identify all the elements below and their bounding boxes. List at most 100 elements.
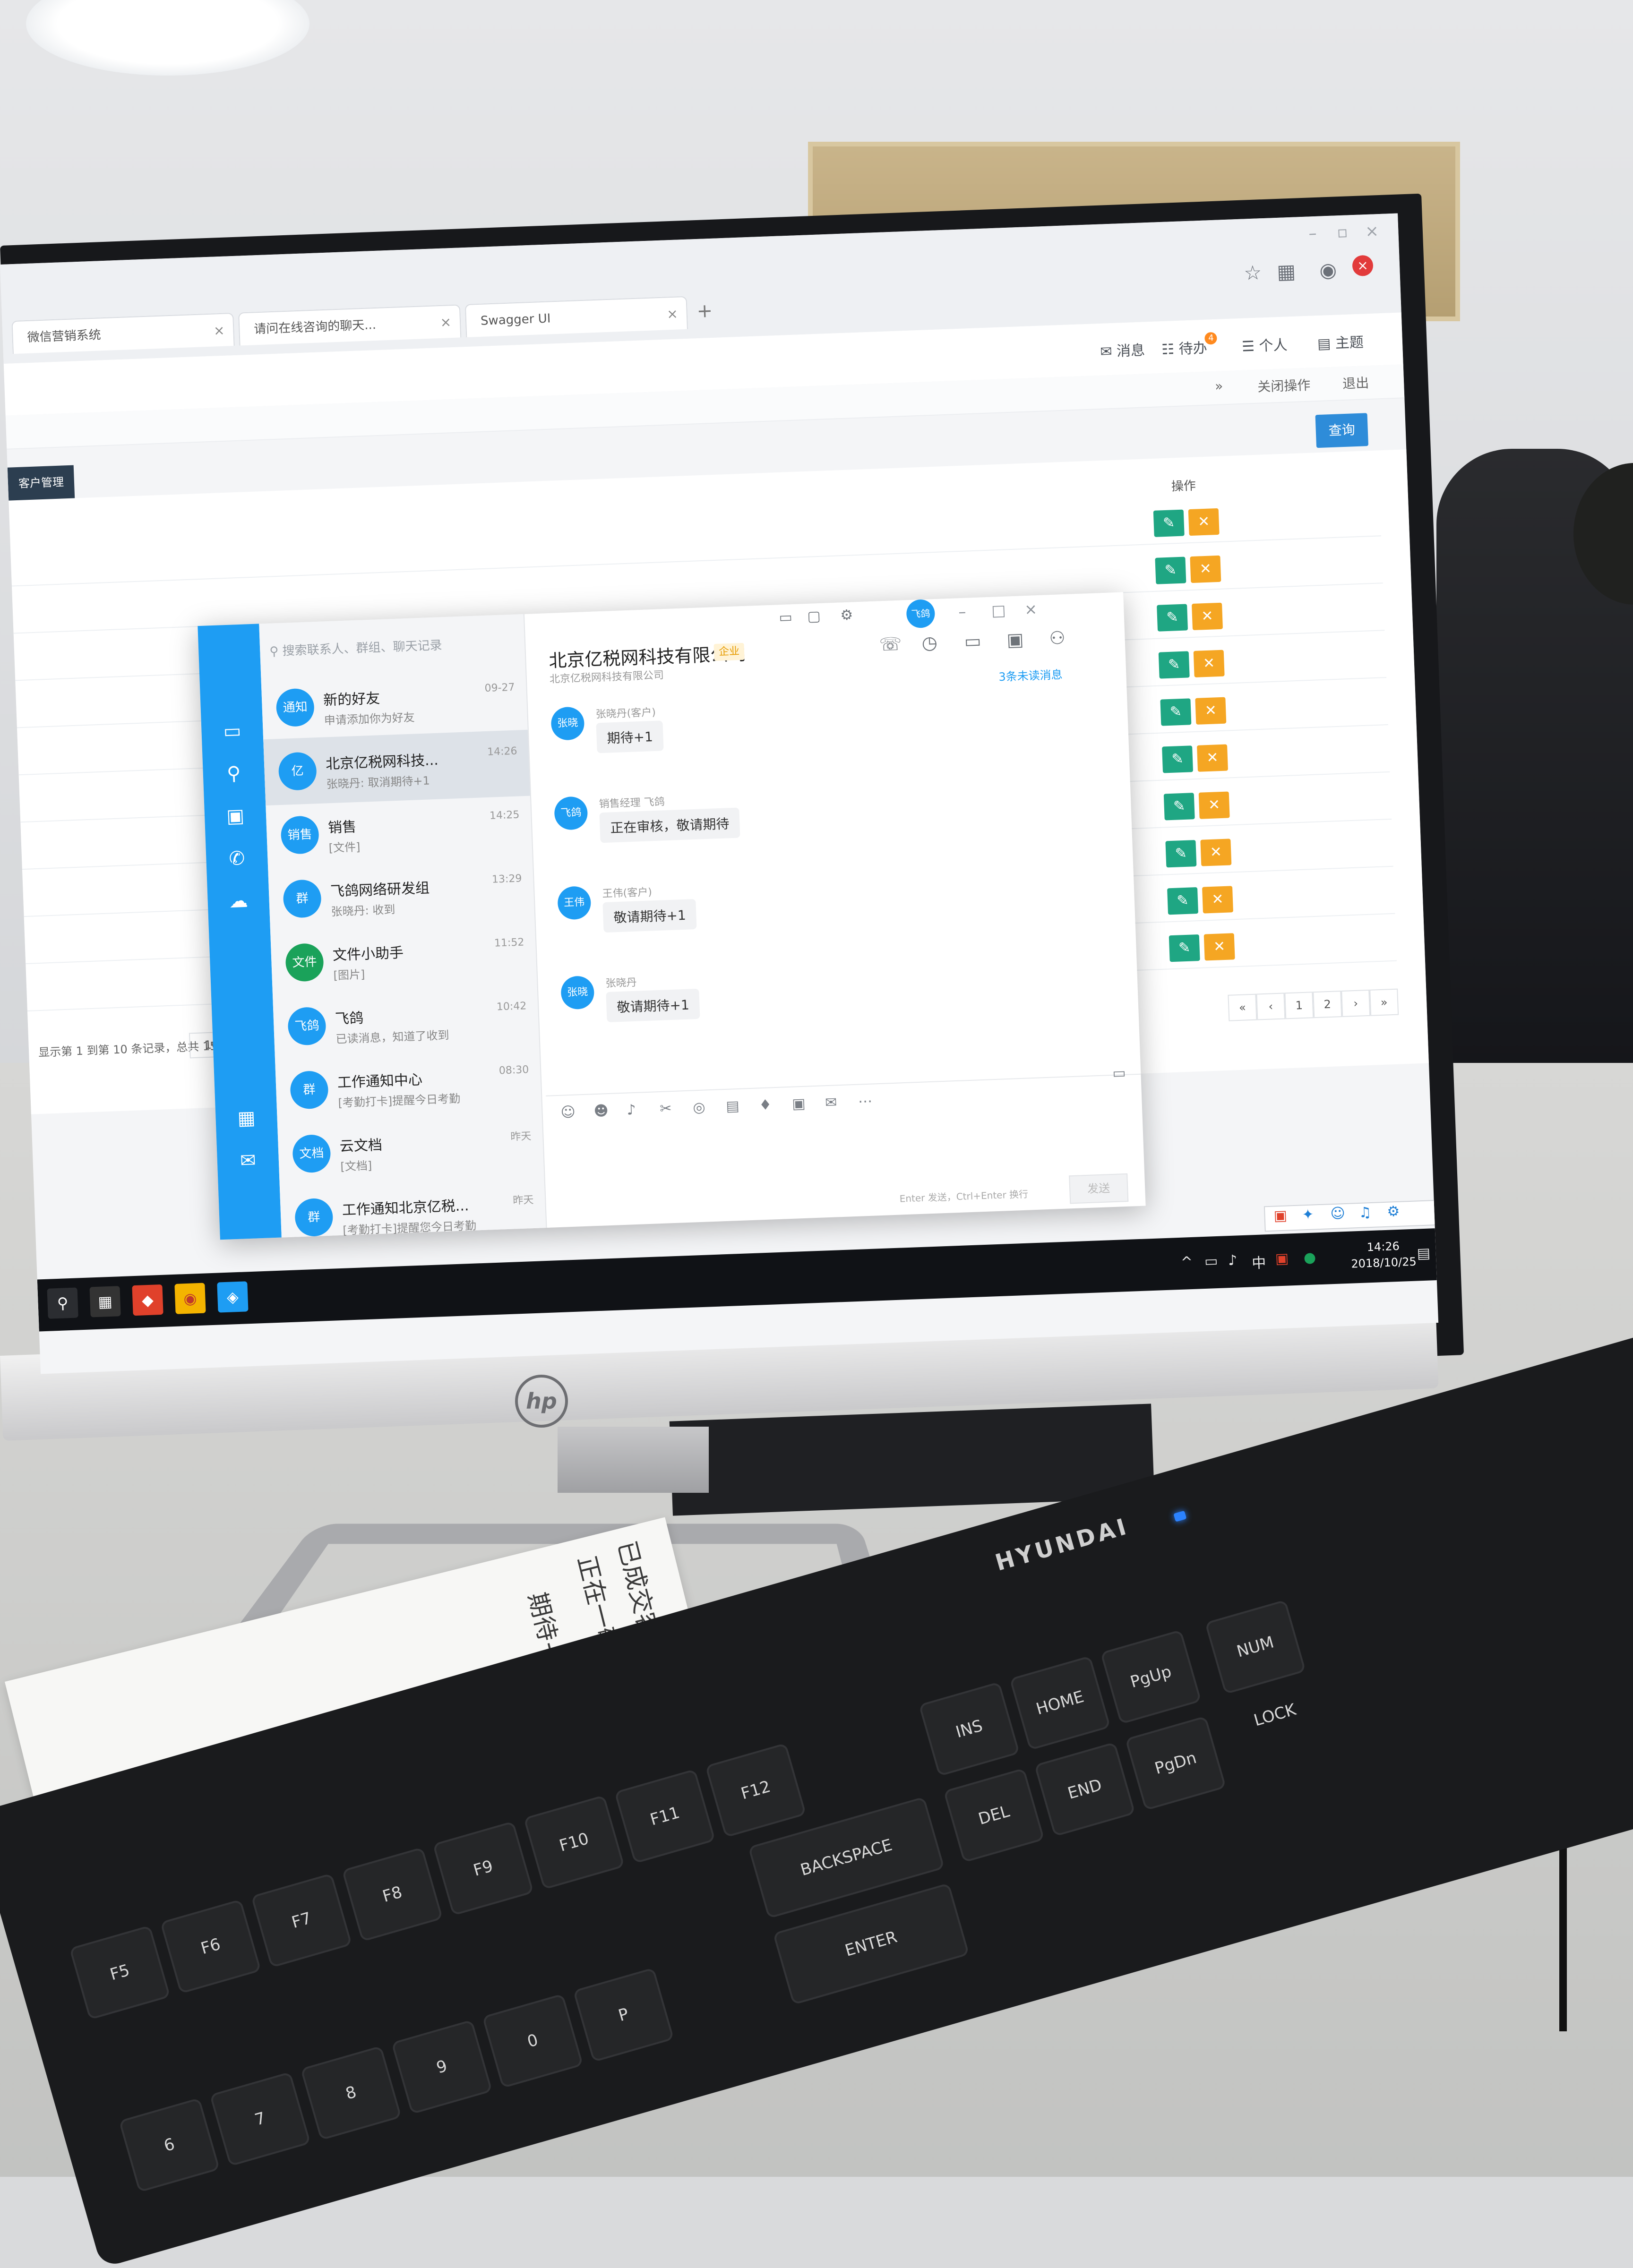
delete-button[interactable]: ✕ [1196,744,1229,772]
close-icon[interactable]: × [213,314,225,348]
avatar[interactable]: 飞鸽 [554,796,588,830]
conversation-item[interactable]: 飞鸽 飞鸽 已读消息，知道了收到 10:42 [273,984,540,1060]
conversation-item[interactable]: 通知 新的好友 申请添加你为好友 09-27 [261,666,528,742]
delete-button[interactable]: ✕ [1202,886,1234,914]
conversation-item[interactable]: 文件 文件小助手 [图片] 11:52 [270,921,537,996]
thumb-icon[interactable]: ♪ [627,1102,636,1119]
keyboard-key[interactable]: F7 [250,1873,352,1968]
contacts-icon[interactable]: ⚲ [222,762,246,786]
nav-theme[interactable]: ▤ 主题 [1317,330,1364,353]
nav-arrow-icon[interactable]: » [1215,378,1223,394]
ime-tray-icon[interactable]: 中 [1251,1251,1266,1272]
conversation-item[interactable]: 销售 销售 [文件] 14:25 [266,794,533,869]
message-input[interactable] [561,1112,1130,1190]
emoji-icon[interactable]: ☺ [560,1104,576,1121]
sticker-icon[interactable]: ☻ [593,1103,609,1120]
keyboard-key[interactable]: 8 [300,2045,402,2141]
close-icon[interactable]: × [1365,222,1379,241]
mail-icon[interactable]: ✉ [236,1148,260,1173]
keyboard-key[interactable]: 0 [482,1993,584,2088]
delete-button[interactable]: ✕ [1195,697,1227,725]
keyboard-key[interactable]: F12 [705,1743,807,1838]
app-icon[interactable]: ◆ [132,1284,163,1316]
folder-icon[interactable]: ▭ [964,630,981,651]
chrome-icon[interactable]: ◉ [174,1283,206,1314]
image-icon[interactable]: ◎ [693,1099,705,1116]
keyboard-key[interactable]: 6 [119,2097,220,2193]
keyboard-key[interactable]: F5 [69,1925,171,2020]
close-operation-dropdown[interactable]: 关闭操作 [1257,375,1311,396]
red-packet-icon[interactable]: ▣ [792,1095,806,1113]
edit-button[interactable]: ✎ [1162,745,1194,773]
keyboard-key[interactable]: 7 [209,2071,311,2167]
edit-button[interactable]: ✎ [1167,887,1199,915]
monitor-icon[interactable]: ▢ [807,608,821,625]
calendar-icon[interactable]: ▣ [1006,629,1024,650]
conversation-item[interactable]: 群飞鸽网络研发组 张晓丹: 收到 13:29 [268,857,535,933]
minimize-icon[interactable]: – [1308,224,1317,243]
edit-button[interactable]: ✎ [1163,793,1195,821]
keyboard-key[interactable]: INS [918,1681,1020,1777]
file-icon[interactable]: ▤ [726,1098,740,1115]
close-icon[interactable]: × [666,298,679,331]
delete-button[interactable]: ✕ [1192,602,1223,631]
tray-chevron-icon[interactable]: ^ [1180,1254,1193,1271]
cloud-icon[interactable]: ☁ [226,889,251,914]
add-member-icon[interactable]: ⚇ [1049,627,1066,649]
screen-share-icon[interactable]: ▭ [779,609,793,626]
keyboard-key[interactable]: F10 [523,1795,625,1890]
edit-button[interactable]: ✎ [1160,698,1192,726]
avatar[interactable]: 张晓 [560,975,595,1010]
page-tab[interactable]: 客户管理 [7,465,75,501]
ime-icon[interactable]: ▣ [1273,1207,1288,1224]
apps-grid-icon[interactable]: ▦ [234,1106,259,1130]
nav-todo[interactable]: ☷ 待办 4 [1161,332,1218,359]
maximize-icon[interactable]: ▫ [1337,223,1348,242]
keyboard-key[interactable]: DEL [943,1768,1045,1863]
minimize-icon[interactable]: – [958,603,966,621]
edit-button[interactable]: ✎ [1153,509,1185,537]
pager-first[interactable]: « [1228,993,1257,1021]
app-tray-icon[interactable]: ▣ [1275,1250,1289,1267]
phone-icon[interactable]: ✆ [225,847,249,871]
unread-messages-link[interactable]: 3条未读消息 [998,665,1063,684]
avatar[interactable]: 张晓 [550,706,585,741]
nav-message[interactable]: ✉ 消息 [1100,338,1145,360]
ime-option-icon[interactable]: ✦ [1302,1206,1314,1223]
keyboard-key[interactable]: P [573,1967,674,2063]
delete-button[interactable]: ✕ [1200,839,1232,866]
logout-link[interactable]: 退出 [1342,373,1369,393]
pin-icon[interactable]: ♦ [759,1096,772,1113]
delete-button[interactable]: ✕ [1193,650,1225,677]
pager-next[interactable]: › [1341,989,1371,1017]
nav-profile[interactable]: ☰ 个人 [1241,333,1288,356]
avatar[interactable]: 王伟 [557,886,592,920]
keyboard-key[interactable]: F8 [342,1847,443,1942]
edit-button[interactable]: ✎ [1157,604,1188,632]
settings-icon[interactable]: ⚙ [840,607,853,624]
star-icon[interactable]: ☆ [1244,261,1262,284]
keyboard-key[interactable]: PgUp [1100,1629,1202,1725]
edit-button[interactable]: ✎ [1169,934,1200,962]
ime-option-icon[interactable]: ☺ [1330,1205,1346,1222]
delete-button[interactable]: ✕ [1203,933,1235,961]
send-button[interactable]: 发送 [1069,1173,1129,1204]
video-icon[interactable]: ▭ [1112,1065,1126,1082]
keyboard-key[interactable]: F6 [160,1899,262,1994]
delete-button[interactable]: ✕ [1198,791,1230,819]
chat-icon[interactable]: ▭ [220,719,245,744]
new-tab-button[interactable]: + [696,300,713,322]
envelope-icon[interactable]: ✉ [825,1094,837,1111]
edit-button[interactable]: ✎ [1165,840,1197,868]
pager-last[interactable]: » [1369,988,1399,1016]
im-app-icon[interactable]: ◈ [217,1281,249,1313]
maximize-icon[interactable]: □ [991,601,1006,620]
clock[interactable]: 14:26 2018/10/25 [1350,1238,1417,1272]
ime-option-icon[interactable]: ⚙ [1387,1203,1400,1220]
scissors-icon[interactable]: ✂ [660,1100,672,1117]
keyboard-key[interactable]: END [1034,1742,1136,1837]
pager-prev[interactable]: ‹ [1256,993,1286,1020]
keyboard-key[interactable]: NUM LOCK [1204,1599,1306,1730]
keyboard-key[interactable]: PgDn [1125,1716,1227,1811]
workbench-icon[interactable]: ▣ [223,804,248,829]
